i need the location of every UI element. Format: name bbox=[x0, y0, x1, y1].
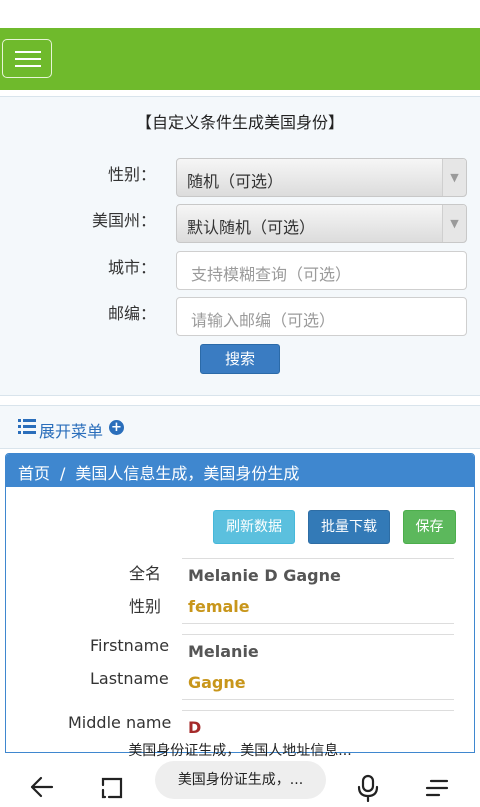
zip-input[interactable]: 请输入邮编（可选） bbox=[176, 297, 467, 336]
back-arrow-icon[interactable] bbox=[30, 776, 54, 798]
plus-circle-icon[interactable]: + bbox=[109, 420, 124, 435]
gender-field-label: 性别 bbox=[129, 597, 162, 616]
chevron-down-icon: ▼ bbox=[442, 205, 466, 242]
microphone-icon[interactable] bbox=[357, 774, 379, 802]
lastname-label: Lastname bbox=[90, 669, 169, 688]
city-label: 城市： bbox=[108, 258, 157, 277]
middlename-label: Middle name bbox=[68, 713, 172, 732]
state-label: 美国州： bbox=[92, 211, 157, 230]
search-button[interactable]: 搜索 bbox=[200, 344, 280, 374]
save-button[interactable]: 保存 bbox=[403, 510, 456, 544]
filter-title: 【自定义条件生成美国身份】 bbox=[135, 113, 344, 132]
expand-menu-label: 展开菜单 bbox=[39, 422, 104, 441]
breadcrumb-current: 美国人信息生成，美国身份生成 bbox=[75, 464, 300, 483]
city-input[interactable]: 支持模糊查询（可选） bbox=[176, 251, 467, 290]
identity-panel: 首页 / 美国人信息生成，美国身份生成 刷新数据 批量下载 保存 全名 Melani… bbox=[5, 453, 475, 753]
refresh-button[interactable]: 刷新数据 bbox=[213, 510, 295, 544]
breadcrumb-separator: / bbox=[60, 464, 66, 483]
state-select[interactable]: 默认随机（可选） ▼ bbox=[176, 204, 467, 243]
browser-navbar: 美国身份证生成，... bbox=[0, 760, 480, 807]
url-pill[interactable]: 美国身份证生成，... bbox=[155, 761, 326, 799]
breadcrumb-home[interactable]: 首页 bbox=[18, 464, 50, 483]
batch-download-button[interactable]: 批量下载 bbox=[308, 510, 390, 544]
firstname-value: Melanie bbox=[182, 634, 454, 668]
filter-form: 【自定义条件生成美国身份】 性别： 随机（可选） ▼ 美国州： 默认随机（可选）… bbox=[0, 96, 480, 396]
tabs-icon[interactable] bbox=[100, 776, 126, 800]
middlename-value: D bbox=[182, 710, 454, 744]
hamburger-icon[interactable] bbox=[2, 39, 52, 78]
fullname-value: Melanie D Gagne bbox=[182, 558, 454, 592]
chevron-down-icon: ▼ bbox=[442, 159, 466, 196]
gender-label: 性别： bbox=[108, 165, 157, 184]
gender-select[interactable]: 随机（可选） ▼ bbox=[176, 158, 467, 197]
fullname-label: 全名 bbox=[129, 564, 162, 583]
list-icon bbox=[18, 419, 36, 434]
gender-select-value: 随机（可选） bbox=[187, 172, 284, 191]
breadcrumb: 首页 / 美国人信息生成，美国身份生成 bbox=[6, 454, 474, 487]
expand-menu-bar[interactable]: 展开菜单 + bbox=[0, 405, 480, 449]
state-select-value: 默认随机（可选） bbox=[187, 218, 316, 237]
gender-value: female bbox=[182, 590, 454, 624]
page-caption: 美国身份证生成，美国人地址信息... bbox=[128, 743, 352, 759]
zip-label: 邮编： bbox=[108, 304, 157, 323]
lastname-value: Gagne bbox=[182, 666, 454, 700]
firstname-label: Firstname bbox=[90, 636, 170, 655]
top-navbar bbox=[0, 28, 480, 90]
menu-lines-icon[interactable] bbox=[424, 778, 450, 798]
